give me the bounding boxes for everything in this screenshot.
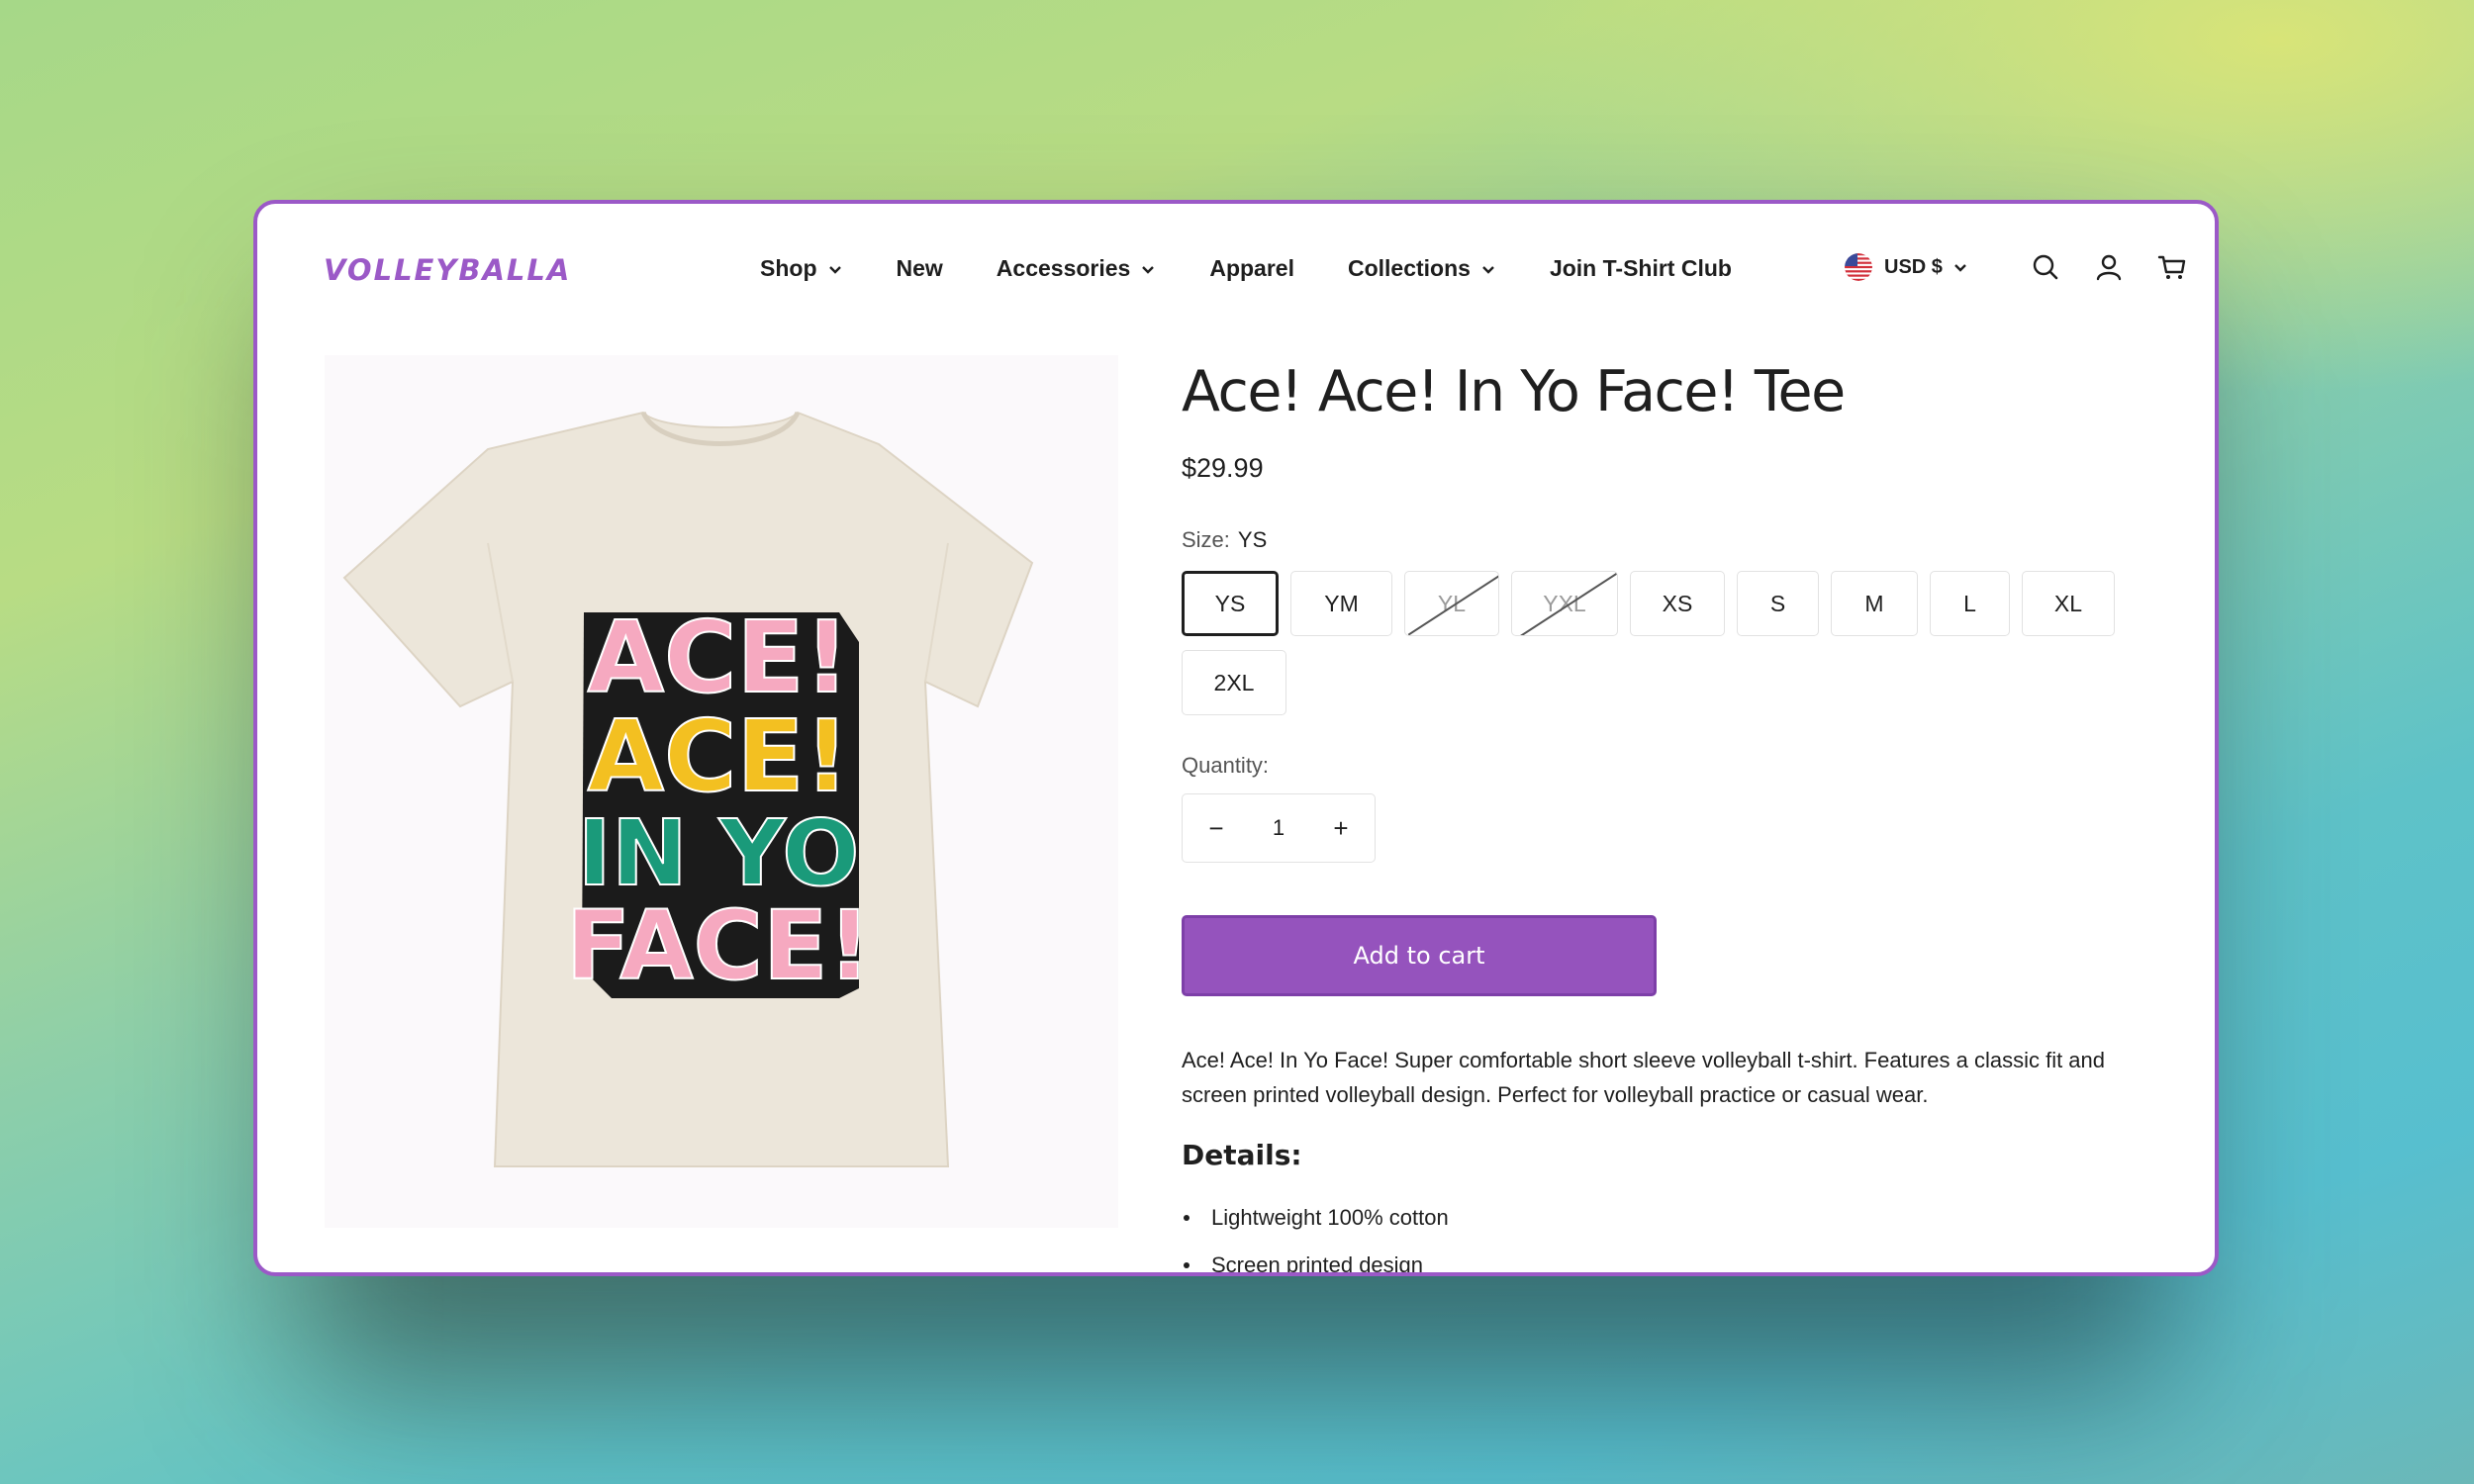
size-option-label: L xyxy=(1963,590,1976,616)
nav-item-new[interactable]: New xyxy=(897,255,943,282)
us-flag-icon xyxy=(1845,253,1872,281)
site-logo[interactable]: VOLLEYBALLA xyxy=(324,253,571,287)
size-option-label: YM xyxy=(1324,590,1359,616)
size-option-yl[interactable]: YL xyxy=(1404,571,1499,636)
header-actions: USD $ xyxy=(1845,251,2188,283)
quantity-stepper: − 1 + xyxy=(1182,793,1376,863)
size-option-label: S xyxy=(1769,590,1786,616)
size-option-label: YL xyxy=(1437,590,1467,616)
product-title: Ace! Ace! In Yo Face! Tee xyxy=(1182,359,1846,424)
size-option-label: XS xyxy=(1662,590,1693,616)
size-option-xs[interactable]: XS xyxy=(1630,571,1725,636)
size-label: Size: YS xyxy=(1182,527,1267,553)
tshirt-image: ACE! ACE! IN YO FACE! xyxy=(342,411,1034,1167)
quantity-increase-button[interactable]: + xyxy=(1329,813,1353,844)
product-image[interactable]: ACE! ACE! IN YO FACE! xyxy=(325,355,1118,1228)
nav-label: Shop xyxy=(760,255,817,281)
search-icon[interactable] xyxy=(2030,251,2061,283)
account-icon[interactable] xyxy=(2093,251,2125,283)
cart-icon[interactable] xyxy=(2156,251,2188,283)
list-item: Screen printed design xyxy=(1182,1252,1449,1272)
nav-item-tshirt-club[interactable]: Join T-Shirt Club xyxy=(1550,255,1732,282)
quantity-label: Quantity: xyxy=(1182,753,1270,778)
quantity-value[interactable]: 1 xyxy=(1273,815,1285,841)
size-option-l[interactable]: L xyxy=(1930,571,2010,636)
chevron-down-icon xyxy=(1482,265,1494,274)
nav-label: New xyxy=(896,255,943,281)
size-option-xl[interactable]: XL xyxy=(2022,571,2115,636)
size-selected-value: YS xyxy=(1237,527,1268,552)
list-item: Lightweight 100% cotton xyxy=(1182,1205,1449,1252)
nav-item-collections[interactable]: Collections xyxy=(1348,255,1496,282)
size-label-text: Size: xyxy=(1182,527,1230,552)
size-option-label: YXL xyxy=(1543,590,1586,616)
chevron-down-icon xyxy=(1954,264,1966,272)
size-option-s[interactable]: S xyxy=(1737,571,1819,636)
nav-label: Apparel xyxy=(1209,255,1294,281)
nav-item-shop[interactable]: Shop xyxy=(760,255,843,282)
browser-window: VOLLEYBALLA Shop New Accessories Apparel… xyxy=(253,200,2219,1276)
size-option-label: 2XL xyxy=(1213,669,1255,696)
details-list: Lightweight 100% cotton Screen printed d… xyxy=(1182,1205,1449,1272)
quantity-decrease-button[interactable]: − xyxy=(1204,813,1228,844)
nav-label: Collections xyxy=(1347,255,1471,281)
product-price: $29.99 xyxy=(1182,453,1264,483)
nav-item-apparel[interactable]: Apparel xyxy=(1209,255,1294,282)
currency-label: USD $ xyxy=(1884,255,1943,278)
graphic-line-4: FACE! xyxy=(566,890,872,1001)
size-option-yxl[interactable]: YXL xyxy=(1511,571,1618,636)
size-option-m[interactable]: M xyxy=(1831,571,1918,636)
size-option-ys[interactable]: YS xyxy=(1182,571,1279,636)
chevron-down-icon xyxy=(828,265,841,274)
add-to-cart-button[interactable]: Add to cart xyxy=(1182,915,1657,996)
currency-selector[interactable]: USD $ xyxy=(1845,253,1968,281)
graphic-line-2: ACE! xyxy=(588,698,850,814)
details-heading: Details: xyxy=(1182,1139,1302,1171)
size-option-label: XL xyxy=(2053,590,2083,616)
nav-label: Accessories xyxy=(996,255,1131,281)
chevron-down-icon xyxy=(1142,265,1155,274)
main-nav: Shop New Accessories Apparel Collections… xyxy=(760,255,1785,282)
nav-label: Join T-Shirt Club xyxy=(1549,255,1732,281)
size-option-label: YS xyxy=(1214,590,1246,616)
product-description: Ace! Ace! In Yo Face! Super comfortable … xyxy=(1182,1048,2106,1107)
size-option-label: M xyxy=(1864,590,1884,616)
nav-item-accessories[interactable]: Accessories xyxy=(997,255,1157,282)
size-option-ym[interactable]: YM xyxy=(1290,571,1392,636)
size-option-2xl[interactable]: 2XL xyxy=(1182,650,1286,715)
